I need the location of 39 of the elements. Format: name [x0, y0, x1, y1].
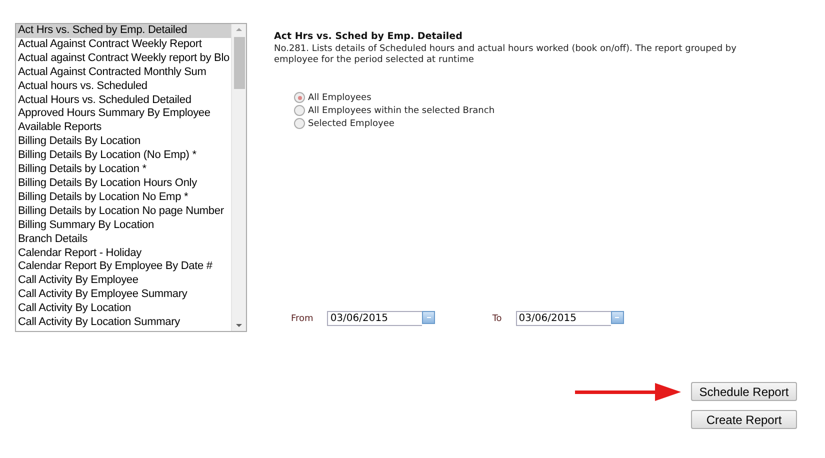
report-description: No.281. Lists details of Scheduled hours and actual hours worked (book on/off). The report grouped by employee for the period selected at runtime: [274, 44, 738, 66]
date-label: From: [291, 314, 314, 324]
list-item[interactable]: Call Activity By Location: [16, 302, 231, 316]
date-field[interactable]: 03/06/2015: [516, 311, 611, 326]
list-item[interactable]: Available Reports: [16, 121, 231, 136]
date-picker-button[interactable]: [422, 311, 436, 324]
radio-button[interactable]: [294, 105, 305, 116]
list-item[interactable]: Calendar Report By Employee By Date #: [16, 260, 231, 274]
list-item[interactable]: Billing Details By Location Hours Only: [16, 176, 231, 191]
list-item[interactable]: Actual against Contract Weekly report by Blo: [16, 52, 231, 66]
list-item[interactable]: Billing Details By Location: [16, 135, 231, 150]
date-field[interactable]: 03/06/2015: [327, 311, 422, 326]
radio-button[interactable]: [294, 92, 305, 103]
radio-label[interactable]: Selected Employee: [308, 118, 394, 128]
list-item[interactable]: Actual Hours vs. Scheduled Detailed: [16, 94, 231, 108]
list-item[interactable]: Billing Details by Location No Emp *: [16, 190, 231, 205]
list-item[interactable]: Call Activity By Employee: [16, 274, 231, 288]
list-item[interactable]: Actual Against Contracted Monthly Sum: [16, 66, 231, 80]
radio-button[interactable]: [294, 118, 305, 129]
list-item[interactable]: Branch Details: [16, 232, 231, 246]
schedule-report-button[interactable]: Schedule Report: [691, 382, 797, 401]
create-report-button[interactable]: Create Report: [691, 410, 797, 429]
list-item[interactable]: Actual hours vs. Scheduled: [16, 80, 231, 94]
list-item[interactable]: Act Hrs vs. Sched by Emp. Detailed: [16, 24, 231, 38]
list-item[interactable]: Billing Details By Location (No Emp) *: [16, 149, 231, 164]
list-item[interactable]: Approved Hours Summary By Employee: [16, 107, 231, 122]
scrollbar[interactable]: [231, 24, 246, 331]
list-item[interactable]: Billing Details by Location *: [16, 163, 231, 177]
radio-label[interactable]: All Employees: [308, 92, 372, 102]
date-picker-button[interactable]: [610, 311, 624, 324]
list-item[interactable]: Call Activity By Employee Summary: [16, 288, 231, 302]
list-item[interactable]: Call Activity By Location Summary: [16, 316, 231, 330]
list-item[interactable]: Calendar Report - Holiday: [16, 246, 231, 260]
report-title: Act Hrs vs. Sched by Emp. Detailed: [274, 31, 464, 42]
radio-label[interactable]: All Employees within the selected Branch: [308, 106, 495, 116]
list-item[interactable]: Actual Against Contract Weekly Report: [16, 38, 231, 52]
list-item[interactable]: Billing Details by Location No page Number: [16, 204, 231, 219]
date-label: To: [492, 314, 502, 324]
list-item[interactable]: Billing Summary By Location: [16, 218, 231, 233]
